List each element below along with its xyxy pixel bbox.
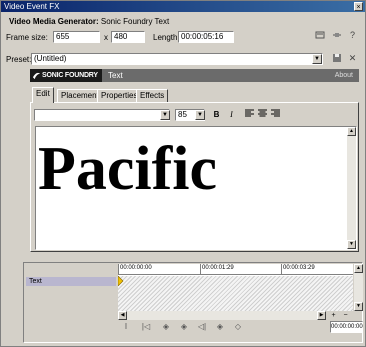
timeline-scroll-down-icon[interactable]: ▼ <box>354 302 363 311</box>
track-row-text[interactable]: Text <box>26 277 116 286</box>
ruler-tick: 00:00:01:29 <box>202 265 234 271</box>
video-event-fx-window: Video Event FX × Video Media Generator: … <box>0 0 366 347</box>
sonic-foundry-logo: SONIC FOUNDRY <box>30 69 102 82</box>
keyframe-timeline: Text 00:00:00:00 00:00:01:29 00:00:03:29… <box>23 262 363 343</box>
preset-dropdown[interactable]: (Untitled) <box>31 53 323 65</box>
tab-properties[interactable]: Properties <box>97 89 142 102</box>
keyframe-lane[interactable] <box>118 276 353 311</box>
prev-keyframe-icon[interactable]: ◈ <box>160 321 172 333</box>
frame-size-label: Frame size: <box>6 33 48 42</box>
brand-logo-text: SONIC FOUNDRY <box>42 72 98 79</box>
transport-bar: Ι |◁ ◈ ◈ ◁| ◈ ◇ <box>118 321 298 335</box>
tab-edit[interactable]: Edit <box>32 87 54 103</box>
preset-label: Preset: <box>6 55 32 64</box>
help-icon[interactable]: ? <box>347 30 358 41</box>
italic-button[interactable]: I <box>225 109 238 121</box>
save-preset-icon[interactable] <box>331 53 342 64</box>
generator-label: Video Media Generator: <box>9 17 99 26</box>
timeline-scroll-up-icon[interactable]: ▲ <box>354 264 363 273</box>
generator-heading: Video Media Generator: Sonic Foundry Tex… <box>9 17 169 26</box>
window-title: Video Event FX <box>4 2 60 11</box>
zoom-in-icon[interactable]: + <box>329 311 338 320</box>
editor-text[interactable]: Pacific <box>38 132 217 206</box>
first-keyframe-icon[interactable]: |◁ <box>140 321 152 333</box>
timeline-area[interactable]: 00:00:00:00 00:00:01:29 00:00:03:29 <box>118 264 353 311</box>
add-keyframe-icon[interactable]: ◈ <box>178 321 190 333</box>
ruler-tick-line <box>118 264 119 275</box>
align-left-icon[interactable] <box>243 109 256 121</box>
length-label: Length: <box>153 33 180 42</box>
font-name-dropdown[interactable] <box>34 109 170 121</box>
editor-scrollbar[interactable]: ▲ ▼ <box>347 127 356 249</box>
ruler-tick: 00:00:03:29 <box>283 265 315 271</box>
align-center-icon[interactable] <box>256 109 269 121</box>
sync-cursor-icon[interactable]: Ι <box>120 321 132 333</box>
timeline-scroll-right-icon[interactable]: ▶ <box>317 311 326 320</box>
time-ruler: 00:00:00:00 00:00:01:29 00:00:03:29 <box>118 264 353 275</box>
length-field[interactable]: 00:00:05:16 <box>178 31 234 43</box>
about-link[interactable]: About <box>335 69 353 82</box>
plugin-chain-icon[interactable] <box>331 30 342 41</box>
close-button[interactable]: × <box>354 2 363 11</box>
ruler-tick: 00:00:00:00 <box>120 265 152 271</box>
scroll-down-icon[interactable]: ▼ <box>347 240 356 249</box>
format-toolbar: ▼ 85 ▼ B I <box>34 108 354 122</box>
title-bar: Video Event FX × <box>1 1 365 12</box>
font-dropdown-arrow-icon[interactable]: ▼ <box>160 110 170 120</box>
keyframe-marker-icon[interactable] <box>118 276 124 286</box>
frame-width-field[interactable]: 655 <box>53 31 100 43</box>
tab-effects[interactable]: Effects <box>136 89 169 102</box>
timeline-time-display[interactable]: 00:00:00:00 <box>330 321 363 333</box>
align-right-icon[interactable] <box>269 109 282 121</box>
size-dropdown-arrow-icon[interactable]: ▼ <box>195 110 205 120</box>
next-keyframe-icon[interactable]: ◈ <box>214 321 226 333</box>
delete-keyframe-icon[interactable]: ◇ <box>232 321 244 333</box>
properties-icon[interactable] <box>314 30 325 41</box>
ruler-tick-line <box>281 264 282 275</box>
zoom-out-icon[interactable]: − <box>341 311 350 320</box>
plugin-name: Text <box>108 71 123 80</box>
generator-name: Sonic Foundry Text <box>100 17 170 26</box>
frame-times-label: x <box>104 33 108 42</box>
tab-placement[interactable]: Placement <box>57 89 103 102</box>
timeline-vscroll[interactable]: ▲ ▼ <box>354 264 363 311</box>
ruler-tick-line <box>200 264 201 275</box>
delete-preset-icon[interactable]: ✕ <box>347 53 358 64</box>
track-list: Text <box>25 264 117 342</box>
plugin-brand-bar: SONIC FOUNDRY Text About <box>30 69 359 82</box>
text-editor[interactable]: Pacific ▲ ▼ <box>35 126 357 250</box>
bold-button[interactable]: B <box>210 109 223 121</box>
preset-dropdown-arrow-icon[interactable]: ▼ <box>312 54 322 64</box>
sonic-foundry-swoosh-icon <box>32 72 41 80</box>
timeline-hscroll[interactable]: ◀ ▶ <box>118 311 326 320</box>
last-keyframe-icon[interactable]: ◁| <box>196 321 208 333</box>
scroll-up-icon[interactable]: ▲ <box>347 127 356 136</box>
timeline-scroll-left-icon[interactable]: ◀ <box>118 311 127 320</box>
edit-panel: ▼ 85 ▼ B I Pacific ▲ ▼ <box>30 102 359 252</box>
frame-height-field[interactable]: 480 <box>111 31 145 43</box>
